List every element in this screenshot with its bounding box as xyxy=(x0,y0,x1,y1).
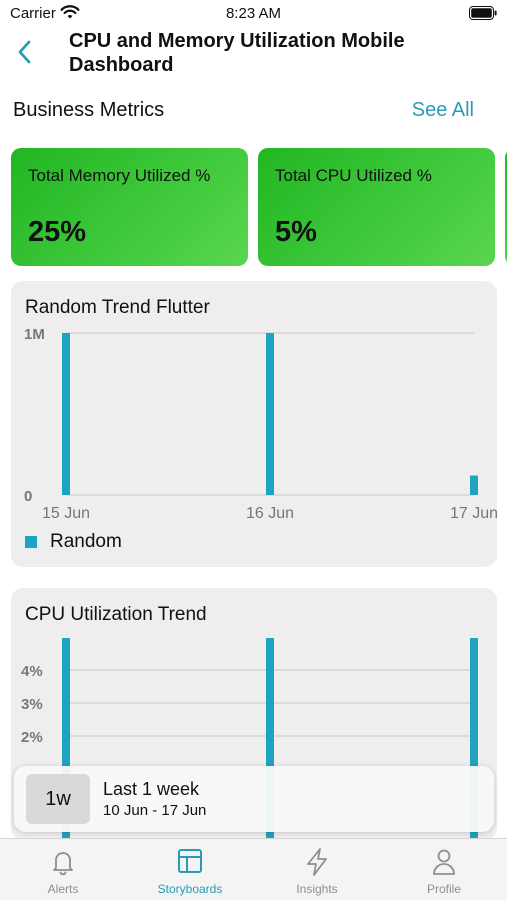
chart-card-random-trend: Random Trend Flutter 1M 0 15 Jun 16 Jun 17 J… xyxy=(11,281,497,567)
clock: 8:23 AM xyxy=(225,5,282,22)
tab-label: Storyboards xyxy=(157,882,223,896)
x-tick-label: 15 Jun xyxy=(42,505,90,522)
bell-icon xyxy=(53,852,73,876)
metric-card-cpu[interactable]: Total CPU Utilized % 5% xyxy=(258,148,495,266)
y-tick-label: 3% xyxy=(21,696,43,713)
range-dates: 10 Jun - 17 Jun xyxy=(103,802,207,819)
legend-swatch xyxy=(25,536,37,548)
bar xyxy=(62,333,70,495)
random-trend-chart: 1M 0 15 Jun 16 Jun 17 Jun xyxy=(24,326,497,522)
tab-storyboards[interactable]: Storyboards xyxy=(127,839,253,900)
storyboard-icon xyxy=(178,849,202,873)
page-title: CPU and Memory Utilization Mobile Dashbo… xyxy=(69,30,405,76)
metric-card-memory[interactable]: Total Memory Utilized % 25% xyxy=(11,148,248,266)
back-chevron-icon[interactable] xyxy=(14,38,36,66)
nav-header: CPU and Memory Utilization Mobile Dashbo… xyxy=(0,28,507,80)
x-tick-label: 17 Jun xyxy=(450,505,497,522)
tab-profile[interactable]: Profile xyxy=(381,839,507,900)
tab-insights[interactable]: Insights xyxy=(254,839,380,900)
y-tick-label: 0 xyxy=(24,488,32,505)
metric-label: Total Memory Utilized % xyxy=(28,166,211,185)
tab-label: Alerts xyxy=(47,882,79,896)
see-all-link[interactable]: See All xyxy=(412,99,474,122)
y-tick-label: 4% xyxy=(21,663,43,680)
lightning-icon xyxy=(307,848,327,876)
range-badge[interactable]: 1w xyxy=(26,774,90,824)
y-tick-label: 2% xyxy=(21,729,43,746)
status-bar: Carrier 8:23 AM xyxy=(0,0,507,28)
tab-label: Insights xyxy=(296,882,338,896)
metric-value: 5% xyxy=(275,216,317,248)
bar xyxy=(266,333,274,495)
chart-legend: Random xyxy=(25,531,122,553)
metric-label: Total CPU Utilized % xyxy=(275,166,432,185)
y-tick-label: 1M xyxy=(24,326,45,343)
date-range-selector[interactable]: 1w Last 1 week 10 Jun - 17 Jun xyxy=(14,766,494,832)
range-title: Last 1 week xyxy=(103,779,200,799)
tab-bar: Alerts Storyboards Insights Profile xyxy=(0,838,507,900)
person-icon xyxy=(433,849,455,875)
x-tick-label: 16 Jun xyxy=(246,505,294,522)
tab-label: Profile xyxy=(426,882,461,896)
legend-label: Random xyxy=(50,531,122,552)
bar xyxy=(470,475,478,495)
metric-value: 25% xyxy=(28,216,87,248)
tab-alerts[interactable]: Alerts xyxy=(0,839,126,900)
battery-icon xyxy=(469,6,497,20)
section-title: Business Metrics xyxy=(13,99,165,121)
